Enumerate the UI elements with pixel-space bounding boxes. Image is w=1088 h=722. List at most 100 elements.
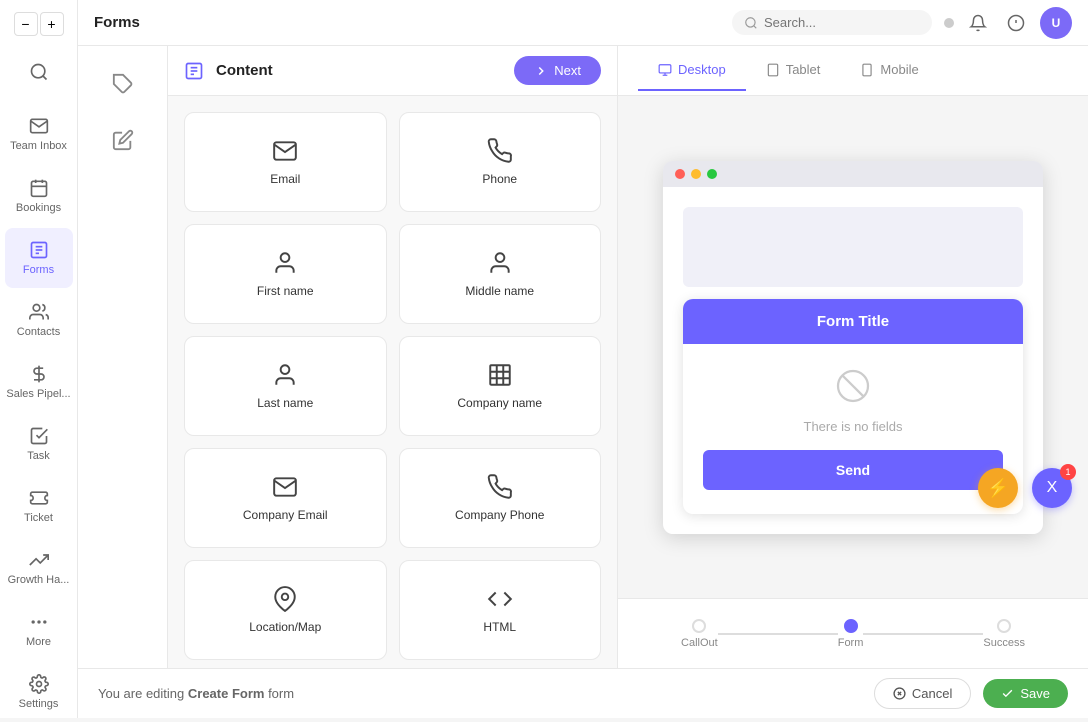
sidebar-item-label: Growth Ha...: [8, 574, 70, 586]
panel-title: Content: [216, 62, 502, 79]
phone-icon: [487, 474, 513, 500]
field-card-last-name[interactable]: Last name: [184, 336, 387, 436]
bell-icon[interactable]: [1002, 9, 1030, 37]
field-label: Company Email: [243, 508, 328, 522]
browser-dot-red: [675, 169, 685, 179]
header-icons: U: [944, 7, 1072, 39]
panel-icon-puzzle[interactable]: [93, 58, 153, 110]
fields-grid: Email Phone First name Middle name: [168, 96, 617, 668]
step-callout: CallOut: [681, 619, 718, 649]
search-input[interactable]: [764, 15, 904, 30]
phone-icon: [487, 138, 513, 164]
sidebar-item-more[interactable]: More: [5, 600, 73, 660]
field-label: First name: [257, 284, 314, 298]
field-label: Location/Map: [249, 620, 321, 634]
email-icon: [272, 474, 298, 500]
field-card-first-name[interactable]: First name: [184, 224, 387, 324]
tab-desktop[interactable]: Desktop: [638, 50, 746, 91]
sidebar-item-ticket[interactable]: Ticket: [5, 476, 73, 536]
main-area: Forms U: [78, 0, 1088, 718]
panel-fields: Content Next Email Phone: [168, 46, 618, 668]
zoom-out-button[interactable]: −: [14, 12, 38, 36]
sidebar-item-bookings[interactable]: Bookings: [5, 166, 73, 226]
save-icon: [1001, 687, 1014, 700]
float-x-button[interactable]: X 1: [1032, 468, 1072, 508]
field-card-company-name[interactable]: Company name: [399, 336, 602, 436]
field-card-html[interactable]: HTML: [399, 560, 602, 660]
email-icon: [272, 138, 298, 164]
step-label-success: Success: [983, 637, 1025, 649]
cancel-button[interactable]: Cancel: [874, 678, 971, 709]
search-bar[interactable]: [732, 10, 932, 35]
step-line-2: [863, 633, 983, 635]
field-card-company-email[interactable]: Company Email: [184, 448, 387, 548]
bottom-bar: You are editing Create Form form Cancel …: [78, 668, 1088, 718]
sidebar-item-search[interactable]: [5, 42, 73, 102]
tab-label: Tablet: [786, 62, 821, 77]
content-area: Content Next Email Phone: [78, 46, 1088, 668]
panel-preview: Desktop Tablet Mobile: [618, 46, 1088, 668]
form-send-button[interactable]: Send: [703, 450, 1003, 490]
step-circle-callout: [692, 619, 706, 633]
tab-mobile[interactable]: Mobile: [840, 50, 938, 91]
step-success: Success: [983, 619, 1025, 649]
step-form: Form: [838, 619, 864, 649]
header: Forms U: [78, 0, 1088, 46]
cancel-icon: [893, 687, 906, 700]
panel-icon-edit[interactable]: [93, 114, 153, 166]
sidebar-item-growth[interactable]: Growth Ha...: [5, 538, 73, 598]
field-card-middle-name[interactable]: Middle name: [399, 224, 602, 324]
field-card-company-phone[interactable]: Company Phone: [399, 448, 602, 548]
form-title: Form Title: [683, 299, 1023, 344]
sidebar-item-label: More: [26, 636, 51, 648]
search-icon: [744, 16, 758, 30]
page-title: Forms: [94, 14, 720, 31]
sidebar-item-label: Sales Pipel...: [6, 388, 70, 400]
no-fields-text: There is no fields: [804, 419, 903, 434]
sidebar-item-contacts[interactable]: Contacts: [5, 290, 73, 350]
sidebar-item-settings[interactable]: Settings: [5, 662, 73, 722]
building-icon: [487, 362, 513, 388]
preview-tabs: Desktop Tablet Mobile: [618, 46, 1088, 96]
field-card-email[interactable]: Email: [184, 112, 387, 212]
sidebar-item-label: Settings: [19, 698, 59, 710]
float-gold-button[interactable]: ⚡: [978, 468, 1018, 508]
sidebar-item-task[interactable]: Task: [5, 414, 73, 474]
sidebar-item-sales-pipeline[interactable]: Sales Pipel...: [5, 352, 73, 412]
browser-dot-yellow: [691, 169, 701, 179]
sidebar-item-forms[interactable]: Forms: [5, 228, 73, 288]
content-icon: [184, 61, 204, 81]
sidebar-item-label: Ticket: [24, 512, 53, 524]
field-label: Company name: [457, 396, 542, 410]
no-fields-icon: [835, 368, 871, 411]
monitor-icon: [658, 63, 672, 77]
status-dot: [944, 18, 954, 28]
sidebar-item-team-inbox[interactable]: Team Inbox: [5, 104, 73, 164]
editing-text: You are editing Create Form form: [98, 686, 862, 701]
panel-icons: [78, 46, 168, 668]
field-card-location-map[interactable]: Location/Map: [184, 560, 387, 660]
step-line-1: [718, 633, 838, 635]
step-circle-success: [997, 619, 1011, 633]
sidebar-item-label: Team Inbox: [10, 140, 67, 152]
notification-icon[interactable]: [964, 9, 992, 37]
tab-tablet[interactable]: Tablet: [746, 50, 841, 91]
form-name: Create Form: [188, 686, 265, 701]
location-icon: [272, 586, 298, 612]
avatar[interactable]: U: [1040, 7, 1072, 39]
field-card-phone[interactable]: Phone: [399, 112, 602, 212]
zoom-in-button[interactable]: +: [40, 12, 64, 36]
preview-content: Form Title There is no fields Send: [618, 96, 1088, 598]
sidebar-item-label: Forms: [23, 264, 54, 276]
save-button[interactable]: Save: [983, 679, 1068, 708]
field-label: Phone: [482, 172, 517, 186]
browser-bg: [683, 207, 1023, 287]
field-label: Email: [270, 172, 300, 186]
next-button[interactable]: Next: [514, 56, 601, 85]
person-icon: [272, 250, 298, 276]
sidebar-item-label: Task: [27, 450, 50, 462]
person-icon: [487, 250, 513, 276]
panel-fields-header: Content Next: [168, 46, 617, 96]
person-icon: [272, 362, 298, 388]
preview-footer: CallOut Form Success: [618, 598, 1088, 668]
